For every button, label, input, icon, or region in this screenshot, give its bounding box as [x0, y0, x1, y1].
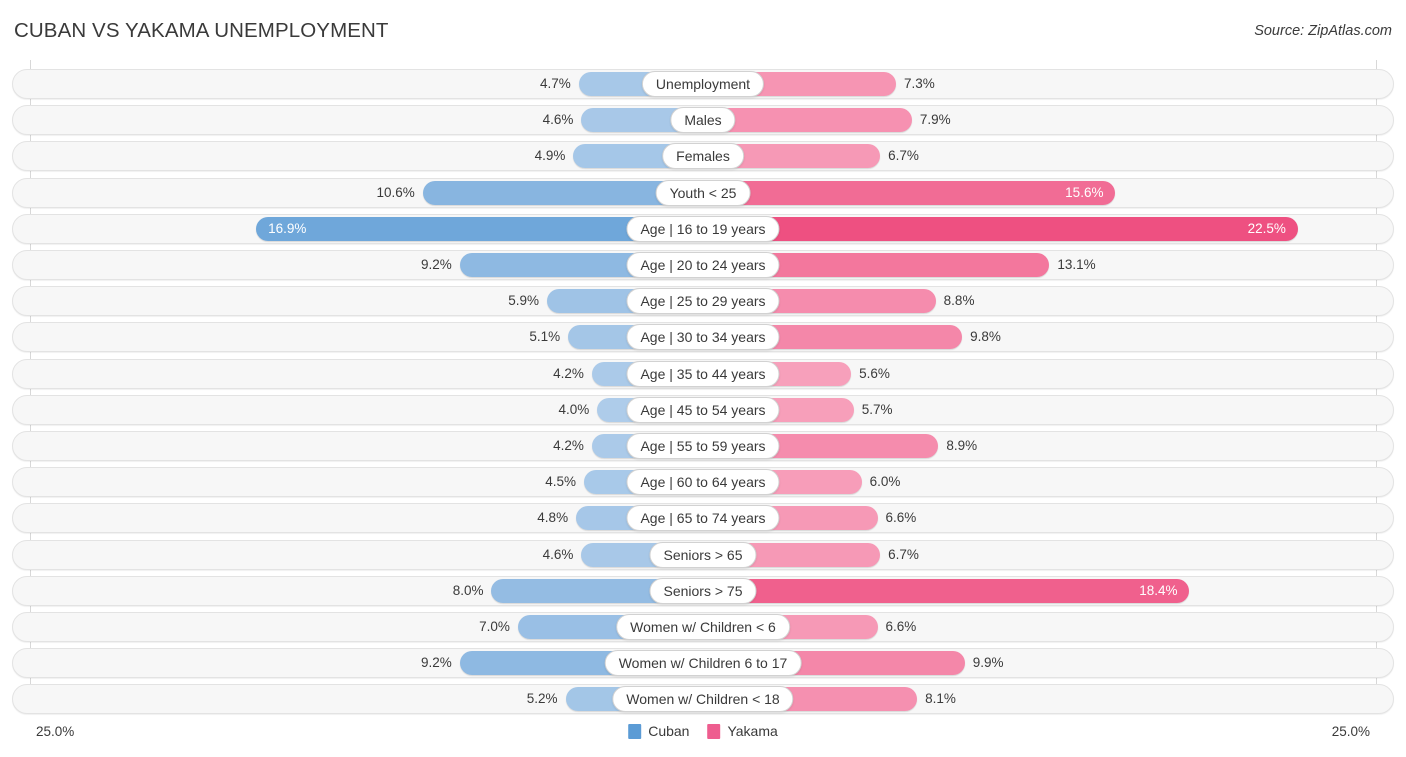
value-label-yakama: 7.3%	[904, 76, 935, 91]
value-label-cuban: 9.2%	[420, 655, 452, 671]
page-title: CUBAN VS YAKAMA UNEMPLOYMENT	[14, 19, 389, 42]
chart-row: 4.2% 8.9% Age | 55 to 59 years	[12, 431, 1394, 461]
value-label-yakama: 8.8%	[943, 293, 975, 309]
value-label-cuban: 4.5%	[545, 474, 577, 490]
bar-yakama[interactable]	[703, 216, 1298, 241]
chart-row: 9.2% 13.1% Age | 20 to 24 years	[12, 250, 1394, 280]
chart-row: 10.6% 15.6% Youth < 25	[12, 177, 1394, 208]
value-label-cuban: 4.9%	[534, 148, 566, 164]
value-label-yakama: 8.9%	[946, 438, 978, 453]
value-label-cuban: 5.9%	[508, 293, 539, 309]
legend-item-cuban[interactable]: Cuban	[628, 723, 689, 739]
chart-row: 4.8% 6.6% Age | 65 to 74 years	[12, 503, 1394, 534]
chart-row: 16.9% 22.5% Age | 16 to 19 years	[12, 213, 1394, 244]
value-label-yakama: 6.7%	[888, 546, 919, 562]
chart-row: 5.9% 8.8% Age | 25 to 29 years	[12, 286, 1394, 317]
value-label-cuban: 4.8%	[537, 510, 569, 526]
chart-row: 4.5% 6.0% Age | 60 to 64 years	[12, 467, 1394, 498]
value-label-yakama: 7.9%	[919, 112, 951, 128]
category-label-pill[interactable]: Age | 35 to 44 years	[626, 360, 780, 387]
chart-root: CUBAN VS YAKAMA UNEMPLOYMENT Source: Zip…	[0, 0, 1406, 757]
value-label-cuban: 4.6%	[542, 546, 574, 562]
category-label-pill[interactable]: Age | 20 to 24 years	[626, 252, 780, 278]
chart-row: 5.2% 8.1% Women w/ Children < 18	[12, 684, 1394, 715]
value-label-cuban: 10.6%	[376, 184, 415, 200]
value-label-yakama: 18.4%	[1139, 582, 1178, 598]
value-label-yakama: 6.7%	[888, 148, 919, 164]
category-label-pill[interactable]: Women w/ Children < 6	[616, 614, 790, 640]
value-label-yakama: 13.1%	[1057, 257, 1096, 272]
category-label-pill[interactable]: Age | 65 to 74 years	[626, 505, 780, 532]
chart-row: 4.0% 5.7% Age | 45 to 54 years	[12, 394, 1394, 425]
value-label-yakama: 6.0%	[869, 474, 901, 490]
chart-row: 4.2% 5.6% Age | 35 to 44 years	[12, 358, 1394, 389]
chart-row: 9.2% 9.9% Women w/ Children 6 to 17	[12, 648, 1394, 679]
chart-row: 5.1% 9.8% Age | 30 to 34 years	[12, 322, 1394, 353]
value-label-cuban: 4.2%	[553, 365, 584, 381]
axis-max-right: 25.0%	[1331, 724, 1370, 739]
category-label-pill[interactable]: Women w/ Children < 18	[612, 686, 794, 713]
category-label-pill[interactable]: Age | 30 to 34 years	[626, 324, 780, 351]
category-label-pill[interactable]: Unemployment	[641, 71, 765, 97]
category-label-pill[interactable]: Seniors > 75	[649, 577, 757, 604]
category-label-pill[interactable]: Youth < 25	[655, 179, 751, 206]
value-label-yakama: 5.7%	[861, 401, 893, 417]
value-label-yakama: 6.6%	[885, 619, 917, 634]
chart-row: 4.9% 6.7% Females	[12, 141, 1394, 172]
value-label-cuban: 5.2%	[526, 691, 558, 707]
category-label-pill[interactable]: Women w/ Children 6 to 17	[604, 650, 802, 677]
legend-swatch-yakama	[707, 723, 721, 739]
chart-row: 8.0% 18.4% Seniors > 75	[12, 575, 1394, 606]
value-label-cuban: 8.0%	[452, 582, 484, 598]
legend-label-yakama: Yakama	[727, 723, 778, 739]
value-label-cuban: 4.6%	[542, 112, 574, 128]
value-label-yakama: 22.5%	[1247, 220, 1286, 236]
category-label-pill[interactable]: Age | 25 to 29 years	[626, 288, 780, 315]
value-label-yakama: 9.8%	[970, 329, 1001, 345]
legend-swatch-cuban	[628, 723, 642, 739]
value-label-yakama: 9.9%	[972, 655, 1004, 671]
chart-footer: 25.0% 25.0% Cuban Yakama	[0, 718, 1406, 757]
legend-label-cuban: Cuban	[648, 723, 690, 739]
value-label-yakama: 8.1%	[925, 691, 956, 707]
category-label-pill[interactable]: Age | 55 to 59 years	[626, 433, 780, 459]
category-label-pill[interactable]: Age | 60 to 64 years	[626, 469, 780, 496]
value-label-cuban: 9.2%	[420, 257, 452, 272]
category-label-pill[interactable]: Age | 16 to 19 years	[626, 215, 780, 242]
category-label-pill[interactable]: Males	[670, 107, 736, 134]
chart-row: 4.6% 7.9% Males	[12, 105, 1394, 136]
category-label-pill[interactable]: Age | 45 to 54 years	[626, 396, 780, 423]
category-label-pill[interactable]: Females	[662, 143, 744, 170]
value-label-cuban: 5.1%	[529, 329, 561, 345]
chart-row: 4.7% 7.3% Unemployment	[12, 69, 1394, 99]
value-label-cuban: 4.0%	[558, 401, 590, 417]
category-label-pill[interactable]: Seniors > 65	[649, 541, 757, 568]
source-attribution: Source: ZipAtlas.com	[1254, 23, 1392, 39]
value-label-yakama: 6.6%	[885, 510, 917, 526]
bar-yakama[interactable]	[703, 578, 1190, 603]
value-label-cuban: 7.0%	[479, 619, 510, 634]
chart-row: 4.6% 6.7% Seniors > 65	[12, 539, 1394, 570]
value-label-yakama: 5.6%	[859, 365, 890, 381]
value-label-cuban: 4.7%	[539, 76, 571, 91]
legend-item-yakama[interactable]: Yakama	[707, 723, 778, 739]
value-label-cuban: 16.9%	[268, 220, 307, 236]
value-label-yakama: 15.6%	[1065, 184, 1104, 200]
value-label-cuban: 4.2%	[553, 438, 584, 453]
axis-max-left: 25.0%	[36, 724, 75, 739]
chart-legend: Cuban Yakama	[628, 723, 778, 739]
chart-row: 7.0% 6.6% Women w/ Children < 6	[12, 612, 1394, 642]
chart-plot-area: 4.7% 7.3% Unemployment 4.6% 7.9% Males 4.9% 6.7…	[0, 60, 1406, 718]
